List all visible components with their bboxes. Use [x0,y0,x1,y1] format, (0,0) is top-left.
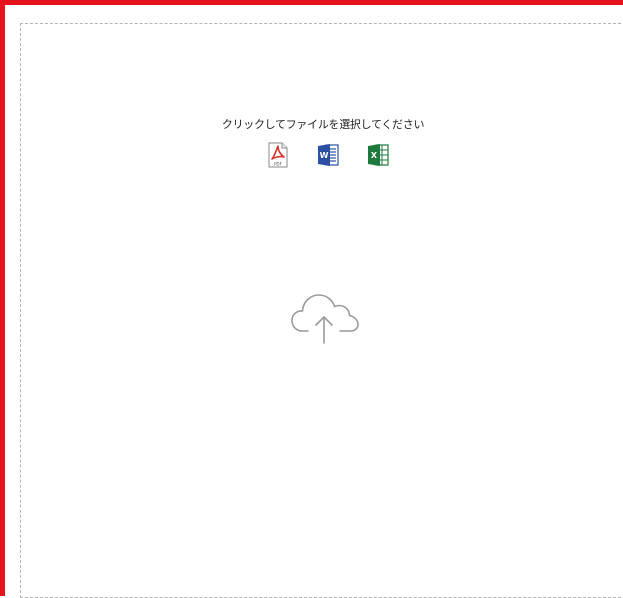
file-dropzone[interactable]: クリックしてファイルを選択してください PDF W X [20,23,623,598]
cloud-upload-icon[interactable] [290,289,360,345]
excel-file-label: X [371,151,378,160]
upload-panel: クリックしてファイルを選択してください PDF W X [0,0,623,598]
upload-prompt-text: クリックしてファイルを選択してください [221,118,425,131]
accepted-file-types: PDF W X [21,142,623,168]
word-file-label: W [320,151,329,160]
word-file-icon: W [318,144,339,166]
pdf-file-label: PDF [274,162,282,167]
pdf-file-icon: PDF [268,142,288,168]
excel-file-icon: X [368,144,389,166]
